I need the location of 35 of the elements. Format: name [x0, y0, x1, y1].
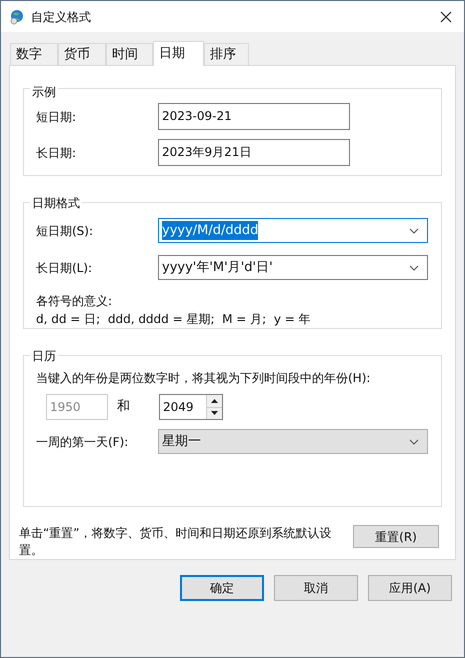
example-field: 2023年9月21日	[158, 139, 350, 166]
dialog-button[interactable]: 确定	[180, 575, 264, 601]
spin-up-button[interactable]	[207, 395, 222, 408]
chevron-icon	[409, 438, 419, 445]
field-label: 长日期(L):	[36, 260, 94, 277]
chevron-icon	[409, 228, 419, 234]
and-label: 和	[117, 398, 131, 416]
year-spinner[interactable]: 2049	[159, 394, 223, 420]
format-combo[interactable]: yyyy/M/d/dddd	[158, 218, 428, 244]
field-label: 一周的第一天(F):	[36, 434, 130, 451]
format-combo[interactable]: yyyy'年'M'月'd'日'	[158, 255, 428, 280]
reset-note: 单击“重置”，将数字、货币、时间和日期还原到系统默认设置。	[19, 525, 332, 559]
dialog-button[interactable]: 应用(A)	[368, 575, 452, 601]
dialog-button[interactable]: 取消	[274, 575, 358, 601]
field-label: 短日期(S):	[36, 222, 94, 240]
close-icon	[440, 10, 452, 22]
field-label: 长日期:	[36, 144, 78, 162]
instruction-text: 当键入的年份是两位数字时，将其视为下列时间段中的年份(H):	[36, 370, 372, 388]
down-arrow-icon	[211, 411, 218, 416]
legend-text: d, dd = 日; ddd, dddd = 星期; M = 月; y = 年	[36, 311, 312, 328]
tab[interactable]: 日期	[153, 41, 204, 66]
tab[interactable]: 货币	[58, 43, 106, 65]
spin-down-button[interactable]	[207, 408, 222, 420]
reset-button[interactable]: 重置(R)	[353, 525, 439, 548]
weekday-combo[interactable]: 星期一	[158, 429, 428, 454]
field-label: 短日期:	[36, 108, 78, 126]
example-field: 2023-09-21	[158, 103, 350, 130]
chevron-icon	[409, 264, 419, 271]
tab[interactable]: 数字	[10, 43, 58, 65]
tab[interactable]: 时间	[106, 43, 153, 65]
tab[interactable]: 排序	[204, 43, 249, 65]
legend-title: 各符号的意义:	[36, 293, 114, 310]
window-title: 自定义格式	[31, 8, 91, 26]
globe-icon	[9, 8, 25, 24]
up-arrow-icon	[211, 398, 218, 403]
